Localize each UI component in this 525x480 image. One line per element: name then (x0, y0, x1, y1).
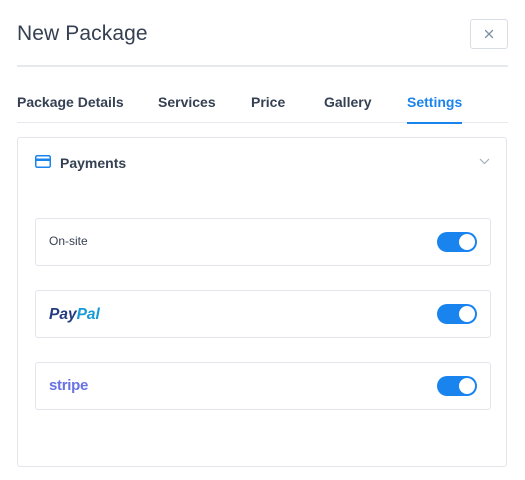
tab-settings[interactable]: Settings (407, 94, 463, 124)
credit-card-icon (35, 155, 51, 168)
toggle-knob (459, 378, 475, 394)
payment-method-stripe: stripe (35, 362, 491, 410)
payments-title: Payments (60, 155, 127, 171)
payments-panel: Payments On-site PayPal stripe (17, 137, 507, 467)
tab-bar: Package Details Services Price Gallery S… (17, 94, 508, 124)
close-button[interactable] (470, 19, 508, 49)
dialog-title: New Package (17, 22, 148, 45)
stripe-logo: stripe (49, 377, 88, 394)
tab-gallery[interactable]: Gallery (324, 94, 371, 123)
onsite-label: On-site (49, 234, 88, 248)
svg-text:PayPal: PayPal (49, 306, 101, 323)
toggle-knob (459, 234, 475, 250)
close-icon (484, 29, 494, 39)
tab-price[interactable]: Price (251, 94, 285, 123)
payment-method-onsite: On-site (35, 218, 491, 266)
tab-package-details[interactable]: Package Details (17, 94, 124, 123)
tab-services[interactable]: Services (158, 94, 216, 123)
header-divider (17, 65, 508, 67)
svg-text:stripe: stripe (49, 377, 88, 394)
chevron-down-icon (479, 158, 490, 165)
paypal-logo: PayPal (49, 306, 101, 323)
payment-method-paypal: PayPal (35, 290, 491, 338)
new-package-dialog: New Package Package Details Services Pri… (0, 0, 525, 480)
toggle-knob (459, 306, 475, 322)
stripe-toggle[interactable] (437, 376, 477, 396)
paypal-toggle[interactable] (437, 304, 477, 324)
payments-panel-header[interactable]: Payments (18, 138, 506, 186)
onsite-toggle[interactable] (437, 232, 477, 252)
